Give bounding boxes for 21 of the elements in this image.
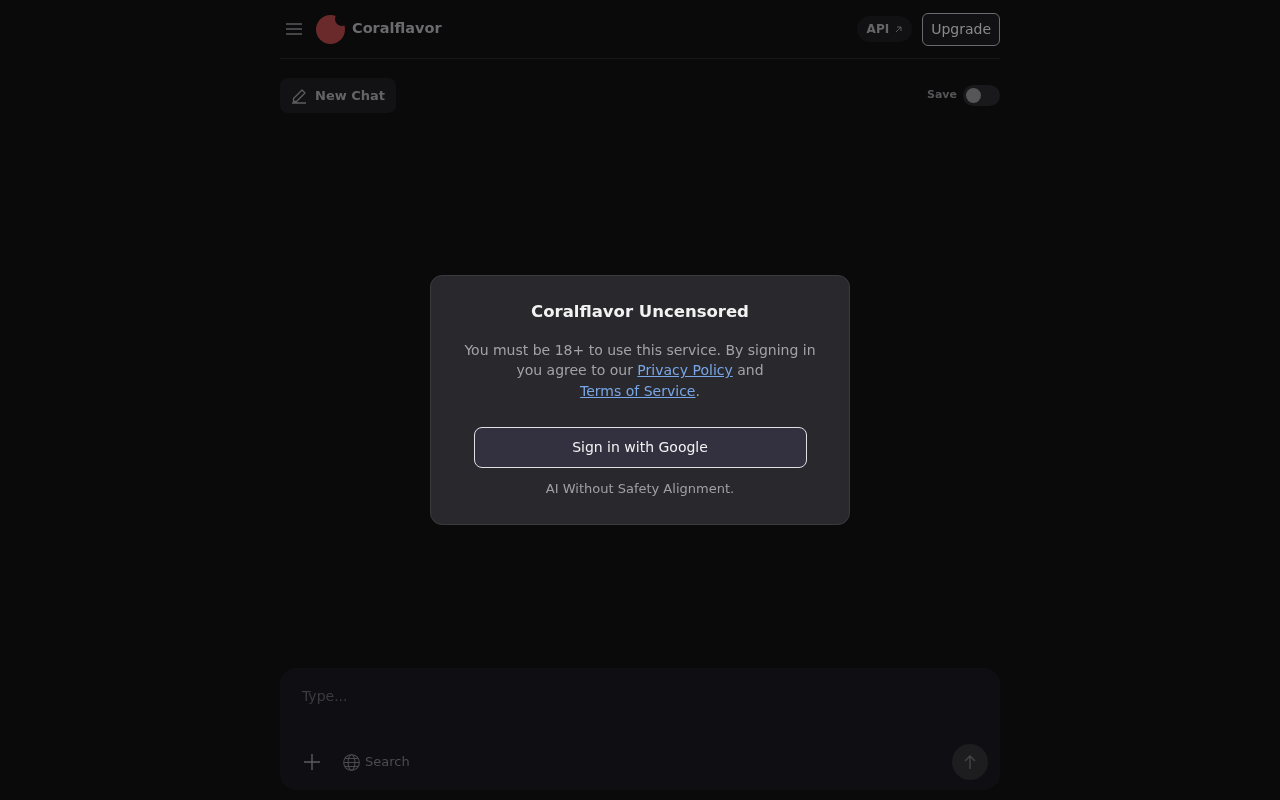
policy-link[interactable]: Privacy Policy xyxy=(637,362,733,379)
menu-icon[interactable] xyxy=(286,23,302,35)
send-button[interactable] xyxy=(952,744,988,780)
sign-in-button[interactable]: Sign in with Google xyxy=(473,427,807,469)
external-arrow-icon xyxy=(895,25,903,33)
upgrade-button[interactable]: Upgrade xyxy=(922,12,1000,46)
plus-icon xyxy=(304,754,320,770)
dialog-title: Coralflavor Uncensored xyxy=(531,300,749,323)
arrow-up-icon xyxy=(964,755,976,769)
logo-icon xyxy=(316,14,345,44)
dialog-footer-text: AI Without Safety Alignment. xyxy=(545,480,735,499)
policy-link[interactable]: Terms of Service xyxy=(580,382,696,399)
globe-icon xyxy=(343,753,360,771)
save-toggle[interactable] xyxy=(963,85,1000,106)
dialog-message: You must be 18+ to use this service. By signing in you agree to our Privacy Policy and Terms of Service. xyxy=(463,340,817,401)
save-label: Save xyxy=(927,87,957,104)
brand-name: Coralflavor xyxy=(352,19,442,39)
new-chat-button[interactable]: New Chat xyxy=(280,78,396,113)
add-button[interactable] xyxy=(301,751,323,773)
api-link[interactable]: API xyxy=(856,16,913,42)
pencil-icon xyxy=(291,87,307,104)
